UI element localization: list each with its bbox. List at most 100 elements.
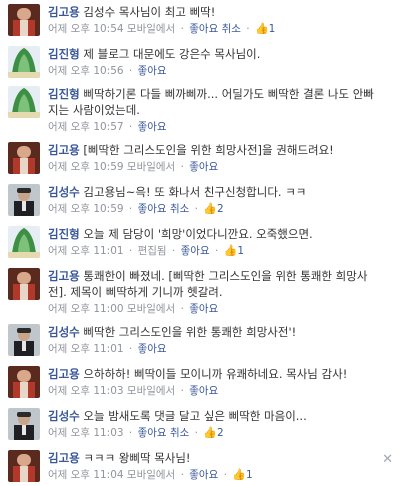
comment-text: 오늘 제 담당이 '희망'이었다니깐요. 오죽했으면. — [83, 227, 313, 241]
comment-author[interactable]: 김진형 — [48, 87, 80, 101]
comment-text: 으하하하! 삐딱이들 모이니까 유쾌하네요. 목사님 감사! — [83, 367, 348, 381]
comment-author[interactable]: 김고용 — [48, 143, 80, 157]
comment-body: 김성수 삐딱한 그리스도인을 위한 통쾌한 희망사전'! — [48, 324, 381, 340]
comment-item: 김진형 삐딱하기론 다들 삐까삐까... 어딜가도 삐딱한 결론 나도 안빠지는… — [0, 82, 403, 139]
comment-meta: 어제 오후 10:54 모바일에서 · 좋아요 취소 · 👍1 — [48, 22, 276, 35]
like-count[interactable]: 1 — [246, 469, 253, 481]
edited-label[interactable]: 편집됨 — [138, 245, 167, 257]
avatar-kim-goyong[interactable] — [8, 268, 40, 300]
like-link[interactable]: 좋아요 — [181, 245, 210, 257]
thumbs-up-icon[interactable]: 👍 — [203, 426, 217, 439]
like-link[interactable]: 좋아요 — [138, 427, 167, 439]
comment-time[interactable]: 어제 오후 10:54 — [48, 23, 124, 35]
comment-time[interactable]: 어제 오후 11:01 — [48, 343, 124, 355]
comment-time[interactable]: 어제 오후 11:03 — [48, 385, 124, 397]
comment-source: 모바일에서 — [126, 161, 176, 173]
comment-body: 김고용 통쾌한이 빠졌네. [삐딱한 그리스도인을 위한 통쾌한 희망사전]. … — [48, 268, 381, 300]
comment-text: [삐딱한 그리스도인을 위한 희망사전]을 권해드려요! — [83, 143, 334, 157]
like-link[interactable]: 좋아요 — [138, 65, 167, 77]
cancel-link[interactable]: 취소 — [170, 427, 189, 439]
avatar-kim-sungsoo[interactable] — [8, 324, 40, 356]
avatar-kim-goyong[interactable] — [8, 450, 40, 482]
like-link[interactable]: 좋아요 — [138, 343, 167, 355]
like-link[interactable]: 좋아요 — [138, 203, 167, 215]
comment-body: 김성수 김고용님~윽! 또 화나서 친구신청합니다. ㅋㅋ — [48, 184, 381, 200]
comment-author[interactable]: 김진형 — [48, 47, 80, 61]
like-count[interactable]: 1 — [269, 23, 276, 35]
like-count[interactable]: 2 — [217, 427, 224, 439]
thumbs-up-icon[interactable]: 👍 — [255, 22, 269, 35]
comment-source: 모바일에서 — [126, 469, 176, 481]
comment-author[interactable]: 김고용 — [48, 367, 80, 381]
comment-author[interactable]: 김고용 — [48, 451, 80, 465]
comment-text: 김고용님~윽! 또 화나서 친구신청합니다. ㅋㅋ — [83, 185, 307, 199]
comment-source: 모바일에서 — [126, 385, 176, 397]
cancel-link[interactable]: 취소 — [170, 203, 189, 215]
comment-text: 삐딱하기론 다들 삐까삐까... 어딜가도 삐딱한 결론 나도 안빠지는 사람이… — [48, 87, 374, 117]
comment-meta: 어제 오후 11:01 · 편집됨 · 좋아요 · 👍1 — [48, 244, 245, 257]
comment-item: 김진형 제 블로그 대문에도 강은수 목사님이. 어제 오후 10:56 · 좋… — [0, 42, 403, 83]
comment-text: 삐딱한 그리스도인을 위한 통쾌한 희망사전'! — [83, 325, 297, 339]
comment-text: 제 블로그 대문에도 강은수 목사님이. — [83, 47, 261, 61]
comment-author[interactable]: 김진형 — [48, 227, 80, 241]
comment-item: 김고용 으하하하! 삐딱이들 모이니까 유쾌하네요. 목사님 감사! 어제 오후… — [0, 362, 403, 405]
comment-time[interactable]: 어제 오후 11:01 — [48, 245, 124, 257]
comment-time[interactable]: 어제 오후 10:56 — [48, 65, 124, 77]
avatar-kim-jinhyung[interactable] — [8, 226, 40, 258]
comment-item: 김고용 김성수 목사님이 최고 삐딱! 어제 오후 10:54 모바일에서 · … — [0, 0, 403, 43]
comment-source: 모바일에서 — [126, 303, 176, 315]
comment-meta: 어제 오후 10:56 · 좋아요 — [48, 65, 167, 77]
comment-time[interactable]: 어제 오후 10:59 — [48, 203, 124, 215]
like-count[interactable]: 1 — [237, 245, 244, 257]
comment-item: 김고용 ㅋㅋㅋ 왕삐딱 목사님! 어제 오후 11:04 모바일에서 · 좋아요… — [0, 446, 403, 486]
thumbs-up-icon[interactable]: 👍 — [203, 202, 217, 215]
like-link[interactable]: 좋아요 — [189, 303, 218, 315]
comment-text: 오늘 밤새도록 댓글 달고 싶은 삐딱한 마음이... — [83, 409, 307, 423]
comment-item: 김성수 삐딱한 그리스도인을 위한 통쾌한 희망사전'! 어제 오후 11:01… — [0, 320, 403, 363]
avatar-kim-sungsoo[interactable] — [8, 184, 40, 216]
comment-item: 김고용 통쾌한이 빠졌네. [삐딱한 그리스도인을 위한 통쾌한 희망사전]. … — [0, 264, 403, 321]
avatar-kim-jinhyung[interactable] — [8, 86, 40, 118]
like-link[interactable]: 좋아요 — [189, 469, 218, 481]
comment-time[interactable]: 어제 오후 11:03 — [48, 427, 124, 439]
comment-time[interactable]: 어제 오후 11:04 — [48, 469, 124, 481]
comment-meta: 어제 오후 10:59 모바일에서 · 좋아요 — [48, 161, 219, 173]
comment-body: 김진형 삐딱하기론 다들 삐까삐까... 어딜가도 삐딱한 결론 나도 안빠지는… — [48, 86, 381, 118]
comment-time[interactable]: 어제 오후 10:59 — [48, 161, 124, 173]
comment-meta: 어제 오후 11:01 · 좋아요 — [48, 343, 167, 355]
comment-text: 통쾌한이 빠졌네. [삐딱한 그리스도인을 위한 통쾌한 희망사전]. 제목이 … — [48, 269, 368, 299]
comment-item: 김진형 오늘 제 담당이 '희망'이었다니깐요. 오죽했으면. 어제 오후 11… — [0, 222, 403, 265]
comment-body: 김진형 오늘 제 담당이 '희망'이었다니깐요. 오죽했으면. — [48, 226, 381, 242]
comment-author[interactable]: 김성수 — [48, 185, 80, 199]
comment-meta: 어제 오후 11:04 모바일에서 · 좋아요 · 👍1 — [48, 468, 253, 481]
comment-body: 김고용 김성수 목사님이 최고 삐딱! — [48, 4, 381, 20]
cancel-link[interactable]: 취소 — [222, 23, 241, 35]
comment-time[interactable]: 어제 오후 10:57 — [48, 121, 124, 133]
comment-text: ㅋㅋㅋ 왕삐딱 목사님! — [83, 451, 191, 465]
avatar-kim-jinhyung[interactable] — [8, 46, 40, 78]
comment-time[interactable]: 어제 오후 11:00 — [48, 303, 124, 315]
like-link[interactable]: 좋아요 — [189, 385, 218, 397]
comment-item: 김성수 김고용님~윽! 또 화나서 친구신청합니다. ㅋㅋ 어제 오후 10:5… — [0, 180, 403, 223]
like-link[interactable]: 좋아요 — [138, 121, 167, 133]
comment-author[interactable]: 김고용 — [48, 269, 80, 283]
comment-author[interactable]: 김고용 — [48, 5, 80, 19]
thumbs-up-icon[interactable]: 👍 — [232, 468, 246, 481]
avatar-kim-goyong[interactable] — [8, 4, 40, 36]
like-count[interactable]: 2 — [217, 203, 224, 215]
avatar-kim-goyong[interactable] — [8, 142, 40, 174]
close-icon[interactable]: ✕ — [382, 452, 393, 467]
thumbs-up-icon[interactable]: 👍 — [224, 244, 238, 257]
like-link[interactable]: 좋아요 — [189, 23, 218, 35]
comment-meta: 어제 오후 11:00 모바일에서 · 좋아요 — [48, 303, 219, 315]
comment-author[interactable]: 김성수 — [48, 325, 80, 339]
comment-item: 김고용 [삐딱한 그리스도인을 위한 희망사전]을 권해드려요! 어제 오후 1… — [0, 138, 403, 181]
comment-list: 김고용 김성수 목사님이 최고 삐딱! 어제 오후 10:54 모바일에서 · … — [0, 0, 403, 486]
comment-meta: 어제 오후 10:57 · 좋아요 — [48, 121, 167, 133]
comment-author[interactable]: 김성수 — [48, 409, 80, 423]
avatar-kim-goyong[interactable] — [8, 366, 40, 398]
comment-meta: 어제 오후 11:03 모바일에서 · 좋아요 — [48, 385, 219, 397]
avatar-kim-sungsoo[interactable] — [8, 408, 40, 440]
like-link[interactable]: 좋아요 — [189, 161, 218, 173]
comment-body: 김고용 [삐딱한 그리스도인을 위한 희망사전]을 권해드려요! — [48, 142, 381, 158]
